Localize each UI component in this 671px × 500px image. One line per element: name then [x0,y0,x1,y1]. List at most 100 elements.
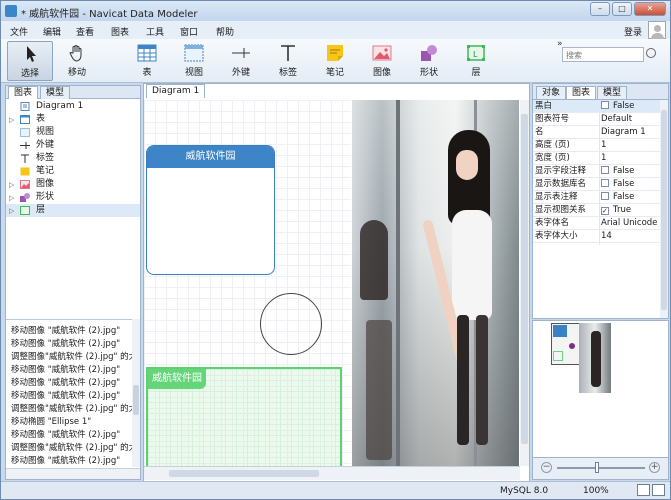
checkbox[interactable] [601,207,609,215]
table-icon [137,44,157,62]
prop-show-view-relations[interactable]: 显示视图关系 True [533,204,668,217]
image-icon [372,44,392,62]
label-icon [278,44,298,62]
login-link[interactable]: 登录 [624,25,642,38]
tree-item-labels[interactable]: 标签 [6,152,140,165]
menu-window[interactable]: 窗口 [180,25,198,38]
canvas-image[interactable] [352,100,519,466]
diagram-icon [20,102,30,111]
expand-arrow-icon[interactable]: ▷ [9,205,14,218]
note-tool-label: 笔记 [325,68,344,78]
toolbar: 选择 移动 表 视图 外键 标签 笔记 图像 形状 L 层 » 搜索 [1,39,670,83]
prop-width-pages[interactable]: 宽度 (页) 1 [533,152,668,165]
minimize-button[interactable]: – [590,2,610,16]
navigator-tabs: 图表 模型 [6,86,140,99]
tab-object[interactable]: 对象 [536,86,567,99]
layer-tool-button[interactable]: L 层 [453,41,499,81]
cursor-icon [20,45,40,63]
table-tool-button[interactable]: 表 [124,41,170,81]
view-tool-label: 视图 [184,68,203,78]
prop-show-db-name[interactable]: 显示数据库名 False [533,178,668,191]
title-shape[interactable]: 威航软件园 [146,145,275,275]
tree-item-views[interactable]: 视图 [6,126,140,139]
prop-name[interactable]: 名 Diagram 1 [533,126,668,139]
close-button[interactable]: ✕ [634,2,666,16]
tree-item-notes[interactable]: 笔记 [6,165,140,178]
ellipse-shape[interactable] [260,293,322,355]
view-mode-button[interactable] [637,484,650,496]
checkbox[interactable] [601,179,609,187]
properties-scrollbar[interactable] [660,100,668,318]
checkbox[interactable] [601,166,609,174]
tree-item-images[interactable]: ▷ 图像 [6,178,140,191]
diagram-canvas[interactable]: 威航软件园 威航软件园 [144,100,351,469]
tree-item-shapes[interactable]: ▷ 形状 [6,191,140,204]
prop-table-font-name[interactable]: 表字体名 Arial Unicode MS [533,217,668,230]
canvas-horizontal-scrollbar[interactable] [144,466,520,480]
tab-diagram-1[interactable]: Diagram 1 [146,84,206,98]
prop-black-white[interactable]: 黑白 False [533,100,668,113]
select-tool-button[interactable]: 选择 [7,41,53,81]
zoom-level: 100% [583,486,609,496]
app-window: * 威航软件园 - Navicat Data Modeler – □ ✕ 文件 … [0,0,671,500]
move-tool-label: 移动 [67,68,86,78]
prop-table-font-size[interactable]: 表字体大小 14 [533,230,668,243]
log-entry: 移动椭圆 "Ellipse 1" [11,417,92,427]
image-tool-button[interactable]: 图像 [359,41,405,81]
table-tool-label: 表 [142,68,152,78]
overview-minimap[interactable] [532,320,669,458]
view-mode-button-alt[interactable] [652,484,665,496]
menu-edit[interactable]: 编辑 [43,25,61,38]
scroll-thumb[interactable] [661,110,667,310]
scroll-thumb[interactable] [133,385,139,415]
foreign-key-tool-button[interactable]: 外键 [218,41,264,81]
tree-item-diagram[interactable]: Diagram 1 [6,100,140,113]
view-icon [20,128,30,137]
prop-show-field-comments[interactable]: 显示字段注释 False [533,165,668,178]
view-icon [184,44,204,62]
menu-help[interactable]: 帮助 [216,25,234,38]
view-tool-button[interactable]: 视图 [171,41,217,81]
avatar[interactable] [648,21,666,39]
tree-item-tables[interactable]: ▷ 表 [6,113,140,126]
log-entry: 移动图像 "威航软件 (2).jpg" [11,456,121,466]
zoom-slider-handle[interactable] [595,462,599,473]
scroll-thumb[interactable] [169,470,319,477]
menu-tools[interactable]: 工具 [146,25,164,38]
tree-item-foreign-keys[interactable]: 外键 [6,139,140,152]
label-tool-label: 标签 [278,68,297,78]
history-scrollbar[interactable] [132,319,140,467]
maximize-button[interactable]: □ [612,2,632,16]
layer-shape[interactable]: 威航软件园 [146,367,342,469]
search-icon[interactable] [646,48,656,58]
scroll-thumb[interactable] [521,114,528,444]
prop-show-table-comments[interactable]: 显示表注释 False [533,191,668,204]
checkbox[interactable] [601,101,609,109]
label-tool-button[interactable]: 标签 [265,41,311,81]
history-log: 移动图像 "威航软件 (2).jpg" 移动图像 "威航软件 (2).jpg" … [6,319,132,467]
checkbox[interactable] [601,192,609,200]
prop-notation[interactable]: 图表符号 Default [533,113,668,126]
shape-tool-button[interactable]: 形状 [406,41,452,81]
prop-height-pages[interactable]: 高度 (页) 1 [533,139,668,152]
shape-icon [20,193,30,202]
menu-view[interactable]: 查看 [76,25,94,38]
svg-text:L: L [473,50,478,59]
note-tool-button[interactable]: 笔记 [312,41,358,81]
menu-file[interactable]: 文件 [10,25,28,38]
zoom-track[interactable] [557,467,645,469]
zoom-in-button[interactable]: + [649,462,660,473]
tab-model-props[interactable]: 模型 [597,86,628,99]
tab-diagram[interactable]: 图表 [8,86,39,99]
move-tool-button[interactable]: 移动 [54,41,100,81]
tab-model[interactable]: 模型 [40,86,71,99]
menu-diagram[interactable]: 图表 [111,25,129,38]
canvas-vertical-scrollbar[interactable] [520,100,529,466]
history-hscrollbar[interactable] [6,468,140,479]
search-input[interactable]: 搜索 [562,47,644,62]
tab-diagram-props[interactable]: 图表 [566,86,597,99]
zoom-out-button[interactable]: − [541,462,552,473]
menu-bar: 文件 编辑 查看 图表 工具 窗口 帮助 登录 [1,21,670,39]
status-bar: MySQL 8.0 100% [1,481,670,499]
tree-item-layers[interactable]: ▷ 层 [6,204,140,217]
